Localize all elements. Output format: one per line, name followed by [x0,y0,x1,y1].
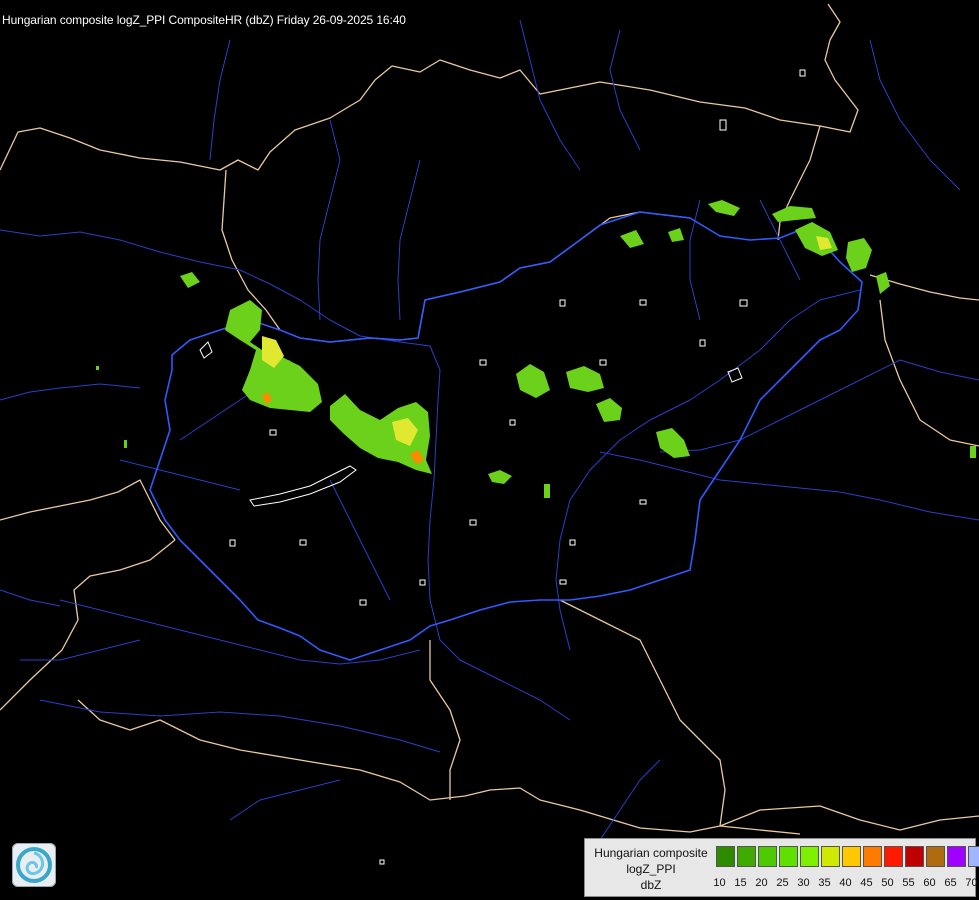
radar-map [0,0,979,900]
legend-tick-65: 65 [944,877,957,889]
legend-tick-60: 60 [923,877,936,889]
legend-swatch-55 [905,846,924,867]
legend-tick-50: 50 [881,877,894,889]
legend: Hungarian composite logZ_PPI dbZ 10 15 20 2… [584,838,979,897]
legend-tick-15: 15 [734,877,747,889]
met-service-swirl-icon [16,847,52,883]
legend-swatch-45 [863,846,882,867]
legend-tick-45: 45 [860,877,873,889]
legend-title-line2: logZ_PPI [626,862,676,876]
legend-tick-10: 10 [713,877,726,889]
legend-swatch-25 [779,846,798,867]
legend-title: Hungarian composite logZ_PPI dbZ [587,845,715,893]
legend-swatch-15 [737,846,756,867]
legend-swatches [716,846,979,869]
legend-tick-20: 20 [755,877,768,889]
map-title: Hungarian composite logZ_PPI CompositeHR… [2,13,406,27]
legend-swatch-40 [842,846,861,867]
legend-swatch-50 [884,846,903,867]
legend-tick-55: 55 [902,877,915,889]
legend-ticks: 10 15 20 25 30 35 40 45 50 55 60 65 70 [709,877,979,889]
legend-tick-70: 70 [965,877,978,889]
legend-tick-35: 35 [818,877,831,889]
legend-title-line1: Hungarian composite [594,846,708,860]
legend-swatch-70 [968,846,979,867]
legend-tick-30: 30 [797,877,810,889]
map-background [0,0,979,900]
legend-swatch-20 [758,846,777,867]
legend-unit: dbZ [640,878,662,892]
legend-tick-25: 25 [776,877,789,889]
legend-swatch-35 [821,846,840,867]
legend-tick-40: 40 [839,877,852,889]
legend-swatch-60 [926,846,945,867]
legend-swatch-10 [716,846,735,867]
met-service-logo [12,843,56,887]
legend-swatch-30 [800,846,819,867]
legend-swatch-65 [947,846,966,867]
